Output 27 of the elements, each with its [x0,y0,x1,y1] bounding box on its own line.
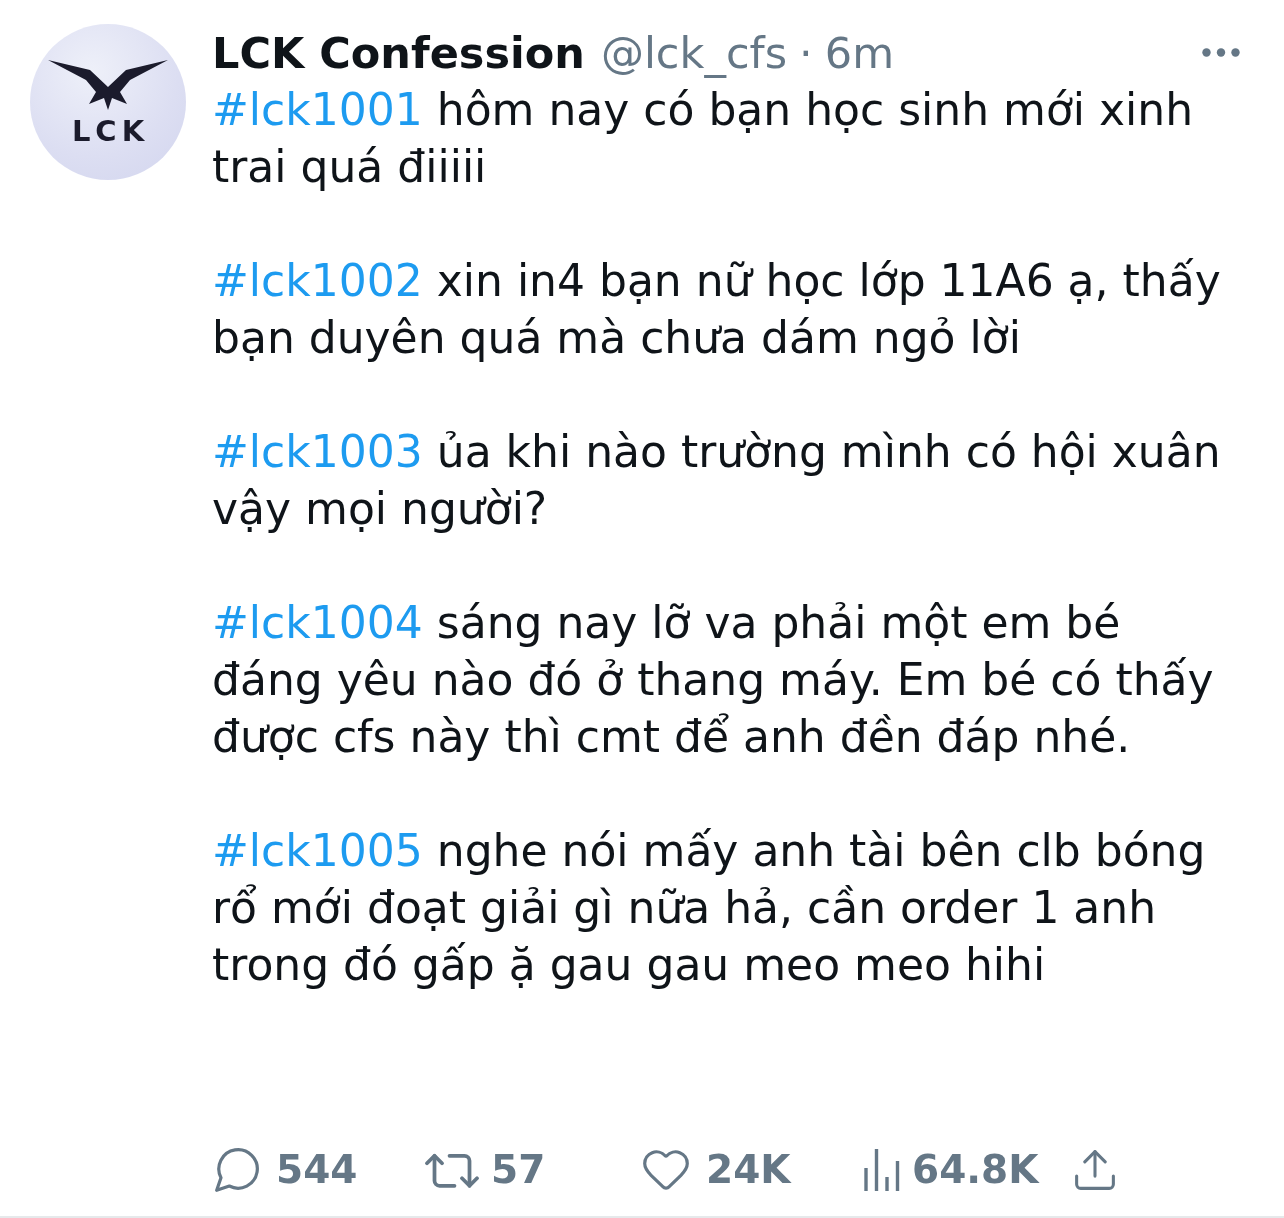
repeat-arrows-icon [425,1152,479,1188]
tweet-paragraph: #lck1001 hôm nay có bạn học sinh mới xinh trai quá điiiii [212,83,1195,194]
reply-button[interactable]: 544 [215,1147,358,1193]
hashtag-link[interactable]: #lck1001 [212,84,423,135]
hashtag-link[interactable]: #lck1002 [212,255,423,306]
tweet-paragraph: #lck1005 nghe nói mấy anh tài bên clb bóng rổ mới đoạt giải gì nữa hả, cần order 1 anh trong đó gấp ặ gau gau meo meo hihi [212,824,1207,992]
like-button[interactable]: 24K [643,1147,791,1193]
hashtag-link[interactable]: #lck1004 [212,597,423,648]
bar-chart-icon [864,1149,900,1191]
avatar[interactable]: LCK [30,24,186,180]
separator-dot: · [799,27,813,78]
logo-text: LCK [70,118,150,144]
tweet-paragraph: #lck1003 ủa khi nào trường mình có hội xuân vậy mọi người? [212,425,1222,536]
hashtag-link[interactable]: #lck1003 [212,426,423,477]
heart-icon [643,1150,689,1190]
tweet-paragraph: #lck1004 sáng nay lỡ va phải một em bé đáng yêu nào đó ở thang máy. Em bé có thấy được cfs này thì cmt để anh đền đáp nhé. [212,596,1215,764]
tweet-paragraph: #lck1002 xin in4 bạn nữ học lớp 11A6 ạ, thấy bạn duyên quá mà chưa dám ngỏ lời [212,254,1222,365]
display-name[interactable]: LCK Confession [212,27,585,78]
more-dots-icon[interactable] [1202,48,1240,57]
share-button[interactable] [1075,1150,1115,1190]
views-button[interactable]: 64.8K [864,1147,1039,1193]
speech-bubble-icon [215,1148,259,1192]
timestamp: 6m [824,27,895,78]
hashtag-link[interactable]: #lck1005 [212,825,423,876]
wing-logo-icon [48,60,168,110]
repost-button[interactable]: 57 [425,1147,546,1193]
user-handle: @lck_cfs [600,27,788,78]
